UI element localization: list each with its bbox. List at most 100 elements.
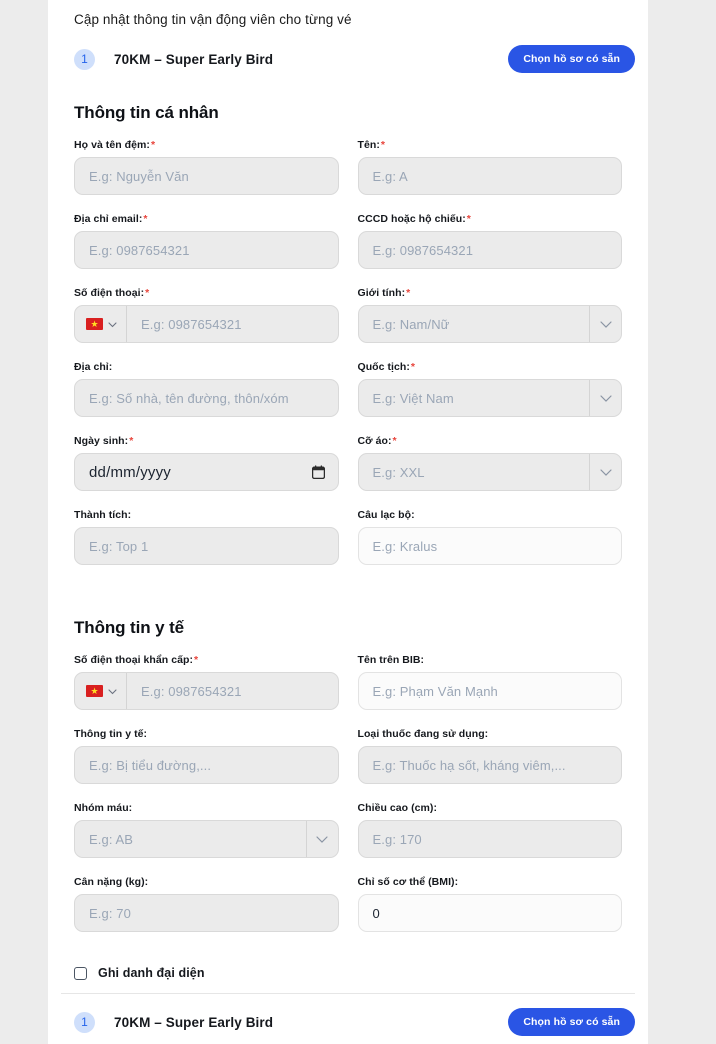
field-last-name: Họ và tên đệm:* [74,139,339,195]
country-code-selector[interactable]: ★ [75,673,127,709]
nationality-label: Quốc tịch:* [358,361,623,373]
shirt-size-select[interactable]: E.g: XXL [357,453,622,491]
bib-name-input[interactable] [358,673,621,709]
club-label-text: Câu lạc bộ: [357,509,415,521]
id-number-input[interactable] [358,232,621,268]
bmi-control [357,894,622,932]
birthday-date-control[interactable]: dd/mm/yyyy [74,453,339,491]
emergency-phone-label-text: Số điện thoại khẩn cấp: [74,654,193,666]
medical-info-grid: Số điện thoại khẩn cấp:* ★ Tên trên BIB:… [61,654,635,950]
bib-name-label-text: Tên trên BIB: [357,654,425,666]
field-blood-type: Nhóm máu: E.g: AB [74,802,339,858]
field-birthday: Ngày sinh:* dd/mm/yyyy [74,435,339,491]
phone-input[interactable] [127,306,338,342]
field-medications: Loại thuốc đang sử dụng: [357,728,623,784]
phone-label: Số điện thoại:* [74,287,339,299]
shirt-size-label-text: Cỡ áo: [357,435,392,447]
field-bmi: Chỉ số cơ thể (BMI): [357,876,623,932]
achievement-label: Thành tích: [74,509,339,521]
representative-checkbox-row[interactable]: Ghi danh đại diện [61,958,635,980]
id-number-label: CCCD hoặc hộ chiếu:* [358,213,623,225]
height-input[interactable] [358,821,621,857]
gender-label-text: Giới tính: [357,287,406,299]
personal-info-grid: Họ và tên đệm:* Tên:* Địa chỉ email:* CC… [61,139,635,583]
club-control[interactable] [357,527,622,565]
required-asterisk: * [466,213,471,225]
required-asterisk: * [129,435,134,447]
weight-input[interactable] [75,895,338,931]
choose-existing-profile-button[interactable]: Chọn hồ sơ có sẵn [508,45,635,73]
club-input[interactable] [358,528,621,564]
height-control[interactable] [357,820,622,858]
vietnam-flag-icon: ★ [86,318,103,330]
bmi-input [358,895,621,931]
birthday-label-text: Ngày sinh: [74,435,129,447]
first-name-control[interactable] [357,157,622,195]
required-asterisk: * [194,654,199,666]
medical-info-input[interactable] [75,747,338,783]
last-name-control[interactable] [74,157,339,195]
emergency-phone-label: Số điện thoại khẩn cấp:* [74,654,339,666]
field-nationality: Quốc tịch:* E.g: Việt Nam [357,361,623,417]
medications-input[interactable] [358,747,621,783]
nationality-select[interactable]: E.g: Việt Nam [357,379,622,417]
gender-select[interactable]: E.g: Nam/Nữ [357,305,622,343]
address-control[interactable] [74,379,339,417]
country-code-selector[interactable]: ★ [75,306,127,342]
address-input[interactable] [75,380,338,416]
required-asterisk: * [406,287,411,299]
medications-label: Loại thuốc đang sử dụng: [358,728,623,740]
achievement-input[interactable] [75,528,338,564]
last-name-input[interactable] [75,158,338,194]
required-asterisk: * [392,435,397,447]
achievement-label-text: Thành tích: [74,509,132,521]
bib-name-control[interactable] [357,672,622,710]
weight-control[interactable] [74,894,339,932]
nationality-selected-value: E.g: Việt Nam [372,390,454,406]
calendar-icon[interactable] [311,465,338,479]
chevron-down-icon[interactable] [305,821,338,857]
chevron-down-icon[interactable] [589,306,621,342]
required-asterisk: * [150,139,156,151]
medical-info-control[interactable] [74,746,339,784]
emergency-phone-control[interactable]: ★ [74,672,339,710]
achievement-control[interactable] [74,527,339,565]
id-number-label-text: CCCD hoặc hộ chiếu: [357,213,466,225]
field-address: Địa chỉ: [74,361,339,417]
representative-checkbox[interactable] [74,966,87,980]
choose-existing-profile-button[interactable]: Chọn hồ sơ có sẵn [508,1008,635,1036]
last-name-label: Họ và tên đệm:* [74,139,339,151]
blood-type-select[interactable]: E.g: AB [74,820,339,858]
bmi-label: Chỉ số cơ thể (BMI): [358,876,623,888]
required-asterisk: * [380,139,386,151]
address-label-text: Địa chỉ: [74,361,113,373]
ticket-number-badge: 1 [74,1011,95,1033]
field-emergency-phone: Số điện thoại khẩn cấp:* ★ [74,654,339,710]
shirt-size-selected-value: E.g: XXL [372,464,425,480]
bmi-label-text: Chỉ số cơ thể (BMI): [357,876,459,888]
shirt-size-label: Cỡ áo:* [358,435,623,447]
field-bib-name: Tên trên BIB: [357,654,622,710]
birthday-value: dd/mm/yyyy [89,463,172,481]
email-control[interactable] [74,231,339,269]
registration-card: Cập nhật thông tin vận động viên cho từn… [48,0,648,1044]
emergency-phone-input[interactable] [127,673,338,709]
personal-section-title: Thông tin cá nhân [74,103,219,122]
chevron-down-icon[interactable] [589,380,621,416]
phone-control[interactable]: ★ [74,305,339,343]
field-club: Câu lạc bộ: [357,509,623,565]
medications-control[interactable] [357,746,622,784]
medical-info-label: Thông tin y tế: [74,728,339,740]
email-label-text: Địa chỉ email: [74,213,143,225]
chevron-down-icon[interactable] [589,454,621,490]
required-asterisk: * [410,361,416,373]
section-divider [61,993,635,994]
id-number-control[interactable] [357,231,622,269]
club-label: Câu lạc bộ: [358,509,623,521]
field-phone: Số điện thoại:* ★ [74,287,339,343]
phone-label-text: Số điện thoại: [74,287,145,299]
email-input[interactable] [75,232,338,268]
ticket-header-row: 1 70KM – Super Early Bird Chọn hồ sơ có … [61,37,635,81]
first-name-input[interactable] [358,158,621,194]
field-medical-info: Thông tin y tế: [74,728,339,784]
